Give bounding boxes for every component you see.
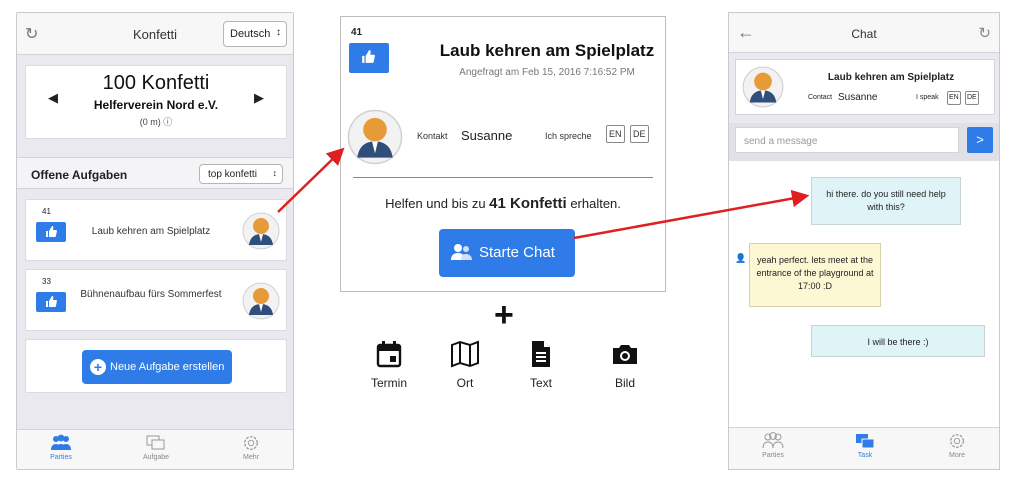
flow-arrow-task-to-detail xyxy=(277,147,345,213)
flow-arrows xyxy=(277,147,810,240)
flow-arrow-chat-to-message xyxy=(573,189,810,240)
